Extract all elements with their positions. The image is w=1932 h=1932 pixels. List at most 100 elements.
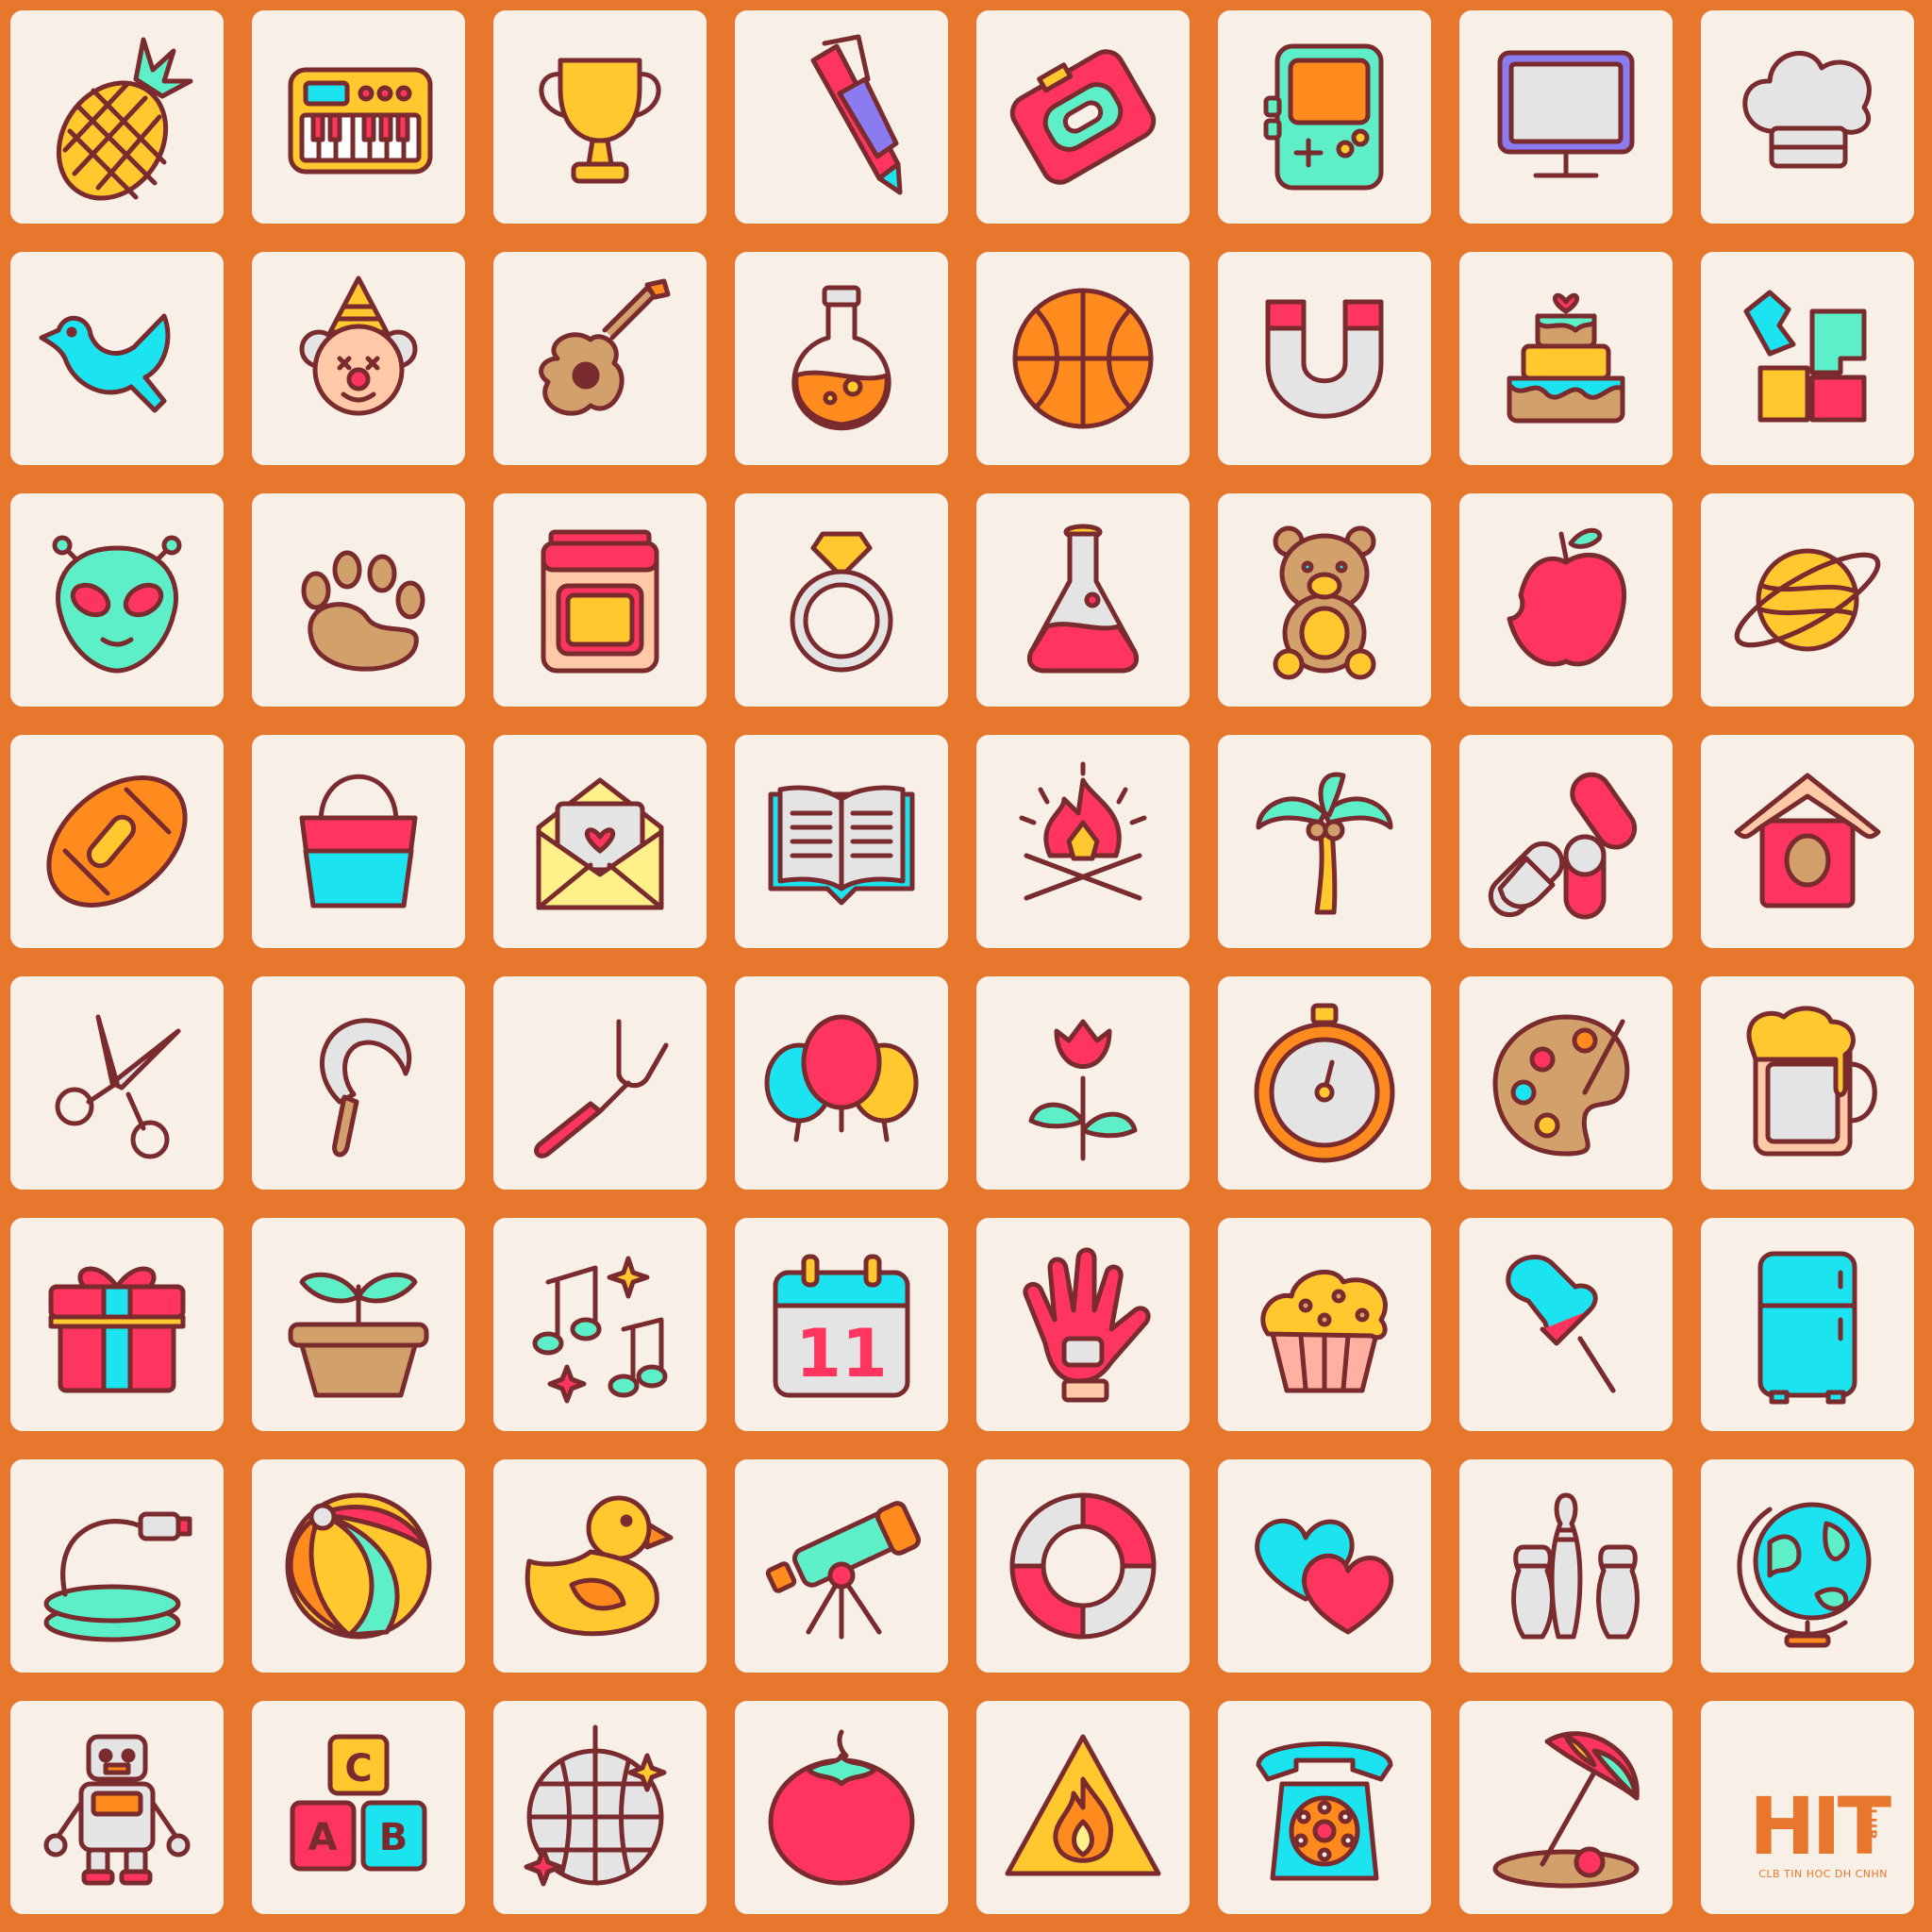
tile-basketball[interactable] — [970, 245, 1196, 472]
glove-icon — [1023, 1247, 1151, 1403]
tile-open-book[interactable] — [728, 728, 955, 955]
gift-box-icon — [48, 1266, 186, 1393]
tile-monitor[interactable] — [1453, 4, 1679, 230]
tile-beach-ball[interactable] — [245, 1453, 472, 1679]
tile-puzzle[interactable] — [1694, 245, 1921, 472]
tile-sickle[interactable] — [245, 970, 472, 1196]
paint-palette-icon — [1492, 1014, 1630, 1157]
tile-hearts[interactable] — [1211, 1453, 1438, 1679]
tile-birdhouse[interactable] — [1694, 728, 1921, 955]
block-letter-right: B — [379, 1816, 408, 1859]
tile-pineapple[interactable] — [4, 4, 230, 230]
block-letter-top: C — [344, 1747, 372, 1790]
rotary-phone-icon — [1256, 1741, 1393, 1881]
life-ring-icon — [1009, 1492, 1157, 1640]
tile-cassette-tape[interactable] — [970, 4, 1196, 230]
tile-round-flask[interactable] — [728, 245, 955, 472]
tile-rubber-duck[interactable] — [487, 1453, 713, 1679]
tile-rotary-phone[interactable] — [1211, 1694, 1438, 1921]
tile-chef-hat[interactable] — [1694, 4, 1921, 230]
monitor-icon — [1497, 50, 1635, 178]
telescope-icon — [765, 1501, 922, 1640]
tile-campfire[interactable] — [970, 728, 1196, 955]
tile-paint-palette[interactable] — [1453, 970, 1679, 1196]
apple-icon — [1507, 527, 1626, 667]
tile-pills[interactable] — [1453, 728, 1679, 955]
tile-abc-blocks[interactable]: C A B — [245, 1694, 472, 1921]
tile-pen[interactable] — [728, 4, 955, 230]
tile-telescope[interactable] — [728, 1453, 955, 1679]
cake-icon — [1507, 292, 1625, 424]
refrigerator-icon — [1757, 1251, 1857, 1405]
tile-tomato[interactable] — [728, 1694, 955, 1921]
tile-keyboard-piano[interactable] — [245, 4, 472, 230]
pills-icon — [1488, 772, 1638, 920]
tile-game-console[interactable] — [1211, 4, 1438, 230]
tile-life-ring[interactable] — [970, 1453, 1196, 1679]
tile-diamond-ring[interactable] — [728, 487, 955, 713]
tile-cake[interactable] — [1453, 245, 1679, 472]
hit-club-logo: HIT CLUB CLB TIN HOC DH CNHN — [1701, 1701, 1914, 1914]
basketball-icon — [1012, 288, 1154, 429]
tile-beach-umbrella[interactable] — [1453, 1694, 1679, 1921]
scissors-icon — [55, 1014, 181, 1159]
love-letter-icon — [536, 777, 664, 910]
round-flask-icon — [791, 285, 891, 431]
open-book-icon — [768, 785, 915, 906]
pineapple-icon — [56, 37, 193, 201]
football-icon — [46, 775, 188, 908]
tile-football[interactable] — [4, 728, 230, 955]
bowling-pins-icon — [1511, 1492, 1640, 1640]
tile-planet[interactable] — [1694, 487, 1921, 713]
tile-scissors[interactable] — [4, 970, 230, 1196]
tile-magnet[interactable] — [1211, 245, 1438, 472]
tile-alien[interactable] — [4, 487, 230, 713]
tile-bowling-pins[interactable] — [1453, 1453, 1679, 1679]
tile-calendar[interactable]: 11 — [728, 1211, 955, 1438]
tile-clown[interactable] — [245, 245, 472, 472]
tile-stopwatch[interactable] — [1211, 970, 1438, 1196]
dove-icon — [39, 313, 171, 413]
tile-oven[interactable] — [487, 487, 713, 713]
tile-apple[interactable] — [1453, 487, 1679, 713]
diamond-ring-icon — [790, 531, 893, 673]
tile-guitar[interactable] — [487, 245, 713, 472]
tile-fire-warning[interactable] — [970, 1694, 1196, 1921]
keyboard-piano-icon — [288, 67, 433, 175]
tile-balloons[interactable] — [728, 970, 955, 1196]
rose-icon — [1028, 1019, 1138, 1161]
tile-refrigerator[interactable] — [1694, 1211, 1921, 1438]
tile-garden-hose[interactable] — [4, 1453, 230, 1679]
tile-erlenmeyer-flask[interactable] — [970, 487, 1196, 713]
tomato-icon — [768, 1729, 915, 1886]
tile-love-letter[interactable] — [487, 728, 713, 955]
balloons-icon — [764, 1014, 919, 1142]
teddy-bear-icon — [1273, 525, 1376, 680]
game-board: 11 C A B HIT CLUB CLB TIN HOC DH CNHN — [0, 0, 1932, 1932]
tile-teddy-bear[interactable] — [1211, 487, 1438, 713]
tile-robot[interactable] — [4, 1694, 230, 1921]
tile-muffin[interactable] — [1211, 1211, 1438, 1438]
oven-icon — [541, 529, 659, 674]
tile-music-notes[interactable] — [487, 1211, 713, 1438]
tile-tuning-fork[interactable] — [487, 970, 713, 1196]
tile-palm-tree[interactable] — [1211, 728, 1438, 955]
tile-globe[interactable] — [1694, 1453, 1921, 1679]
tile-trophy[interactable] — [487, 4, 713, 230]
paw-print-icon — [301, 550, 425, 672]
tile-paw-print[interactable] — [245, 487, 472, 713]
calendar-icon: 11 — [773, 1254, 910, 1398]
tile-glove[interactable] — [970, 1211, 1196, 1438]
tile-disco-ball[interactable] — [487, 1694, 713, 1921]
hearts-icon — [1255, 1518, 1394, 1635]
guitar-icon — [539, 278, 671, 416]
tile-gift-box[interactable] — [4, 1211, 230, 1438]
tile-rose[interactable] — [970, 970, 1196, 1196]
tile-dove[interactable] — [4, 245, 230, 472]
tile-beer-mug[interactable] — [1694, 970, 1921, 1196]
tile-push-pin[interactable] — [1453, 1211, 1679, 1438]
tile-potted-sprout[interactable] — [245, 1211, 472, 1438]
disco-ball-icon — [524, 1724, 667, 1887]
palm-tree-icon — [1256, 772, 1393, 915]
tile-bucket[interactable] — [245, 728, 472, 955]
